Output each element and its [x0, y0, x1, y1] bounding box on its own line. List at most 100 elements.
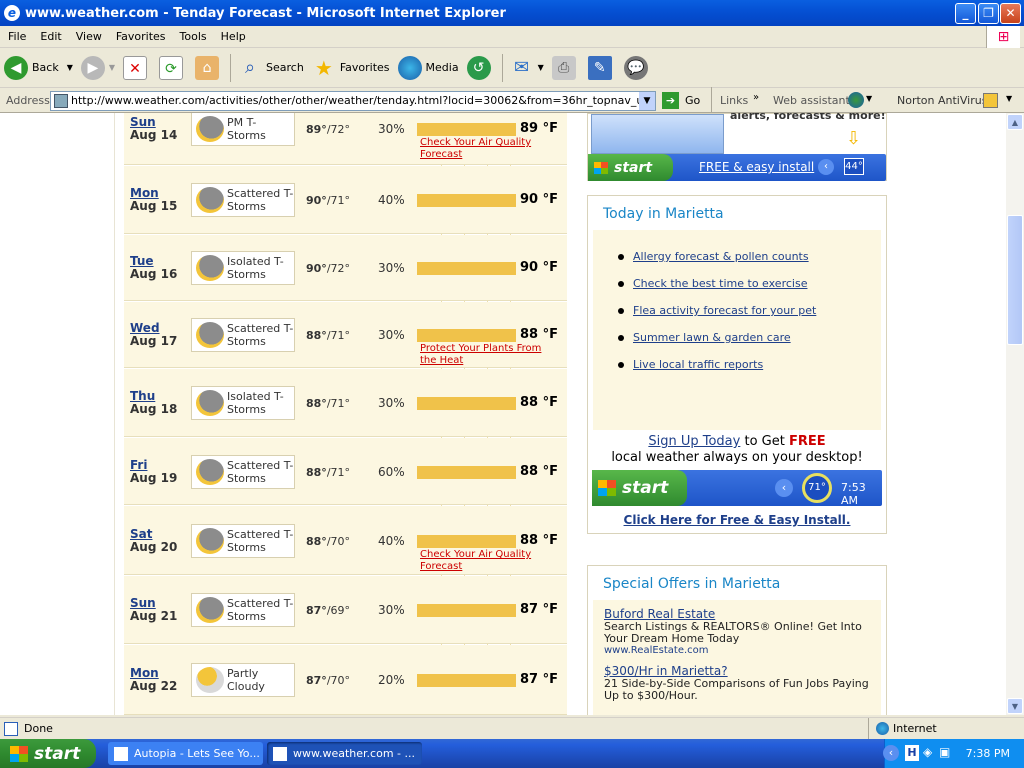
allergy-link[interactable]: Allergy forecast & pollen counts [633, 250, 809, 263]
edit-button[interactable]: ✎ [584, 51, 620, 85]
exercise-link[interactable]: Check the best time to exercise [633, 277, 807, 290]
hi-lo: 88°/71° [306, 466, 350, 479]
today-links: Allergy forecast & pollen counts Check t… [593, 230, 881, 425]
media-button[interactable]: Media [394, 51, 463, 85]
offer-title-link[interactable]: $300/Hr in Marietta? [604, 664, 728, 678]
day-link[interactable]: Thu [130, 389, 155, 403]
scroll-down-icon[interactable]: ▼ [1007, 698, 1023, 714]
temp-bar [417, 123, 516, 136]
forward-dropdown-icon[interactable]: ▼ [109, 63, 115, 72]
flea-link[interactable]: Flea activity forecast for your pet [633, 304, 816, 317]
high-temp: 89° [306, 123, 327, 136]
scroll-up-icon[interactable]: ▲ [1007, 114, 1023, 130]
desktop-ad-bar[interactable]: start ‹ 71° 7:53 AM [592, 470, 882, 507]
high-temp: 90° [306, 262, 327, 275]
history-button[interactable]: ↺ [463, 51, 499, 85]
web-assistant[interactable]: Web assistant [773, 94, 850, 107]
menu-file[interactable]: File [2, 30, 32, 43]
norton-dropdown-icon[interactable]: ▼ [1006, 94, 1012, 103]
tray-diamond-icon[interactable]: ◈ [923, 745, 932, 759]
desktop-ad-top[interactable]: alerts, forecasts & more! ⇩ start FREE &… [587, 113, 887, 181]
internet-zone-icon [876, 722, 889, 735]
web-assistant-globe-icon[interactable] [848, 92, 864, 108]
title-bar[interactable]: e www.weather.com - Tenday Forecast - Mi… [0, 0, 1024, 26]
address-input[interactable]: http://www.weather.com/activities/other/… [50, 91, 656, 111]
install-link-wrap: Click Here for Free & Easy Install. [588, 513, 886, 527]
favorites-button[interactable]: ★ Favorites [308, 51, 394, 85]
forecast-row: Sun Aug 21 Scattered T-Storms 87°/69° 30% 87 … [124, 576, 567, 644]
refresh-button[interactable]: ⟳ [155, 51, 191, 85]
search-button[interactable]: ⌕ Search [234, 51, 308, 85]
forecast-tip-link[interactable]: Check Your Air Quality Forecast [420, 137, 560, 161]
vertical-scrollbar[interactable]: ▲ ▼ [1006, 113, 1024, 715]
tray-chevron-icon[interactable]: ‹ [883, 745, 899, 761]
ad-chevron-icon: ‹ [818, 159, 834, 175]
offer-desc: Search Listings & REALTORS® Online! Get … [604, 620, 862, 645]
back-dropdown-icon[interactable]: ▼ [67, 63, 73, 72]
address-dropdown-icon[interactable]: ▼ [639, 92, 655, 110]
condition-text: Scattered T-Storms [227, 322, 294, 348]
forward-button[interactable]: ▶ ▼ [77, 51, 119, 85]
start-button[interactable]: start [0, 739, 96, 768]
day-link[interactable]: Mon [130, 666, 159, 680]
mail-dropdown-icon[interactable]: ▼ [538, 63, 544, 72]
stop-button[interactable]: ✕ [119, 51, 155, 85]
minimize-button[interactable]: _ [955, 3, 976, 24]
signup-link[interactable]: Sign Up Today [648, 434, 740, 449]
offer-item: Buford Real Estate Search Listings & REA… [604, 607, 881, 656]
taskbar-item-weather[interactable]: www.weather.com - ... [267, 742, 422, 765]
links-label[interactable]: Links [720, 94, 748, 107]
menu-view[interactable]: View [70, 30, 108, 43]
forecast-row: Mon Aug 22 Partly Cloudy 87°/70° 20% 87 °F [124, 645, 567, 715]
page-done-icon [4, 721, 18, 736]
day-link[interactable]: Mon [130, 186, 159, 200]
temp-bar [417, 604, 516, 617]
restore-button[interactable]: ❐ [978, 3, 999, 24]
forecast-row: Sun Aug 14 PM T-Storms 89°/72° 30% 89 °F Check… [124, 113, 567, 165]
forecast-day: Mon Aug 22 [130, 667, 177, 693]
print-button[interactable]: ⎙ [548, 51, 584, 85]
day-link[interactable]: Sun [130, 115, 156, 129]
norton-label[interactable]: Norton AntiVirus [897, 94, 987, 107]
high-temp: 87° [306, 674, 327, 687]
ad-install-link[interactable]: FREE & easy install [699, 160, 814, 174]
day-link[interactable]: Fri [130, 458, 147, 472]
close-button[interactable]: ✕ [1000, 3, 1021, 24]
web-assistant-dropdown-icon[interactable]: ▼ [866, 94, 872, 103]
day-link[interactable]: Tue [130, 254, 154, 268]
forecast-tip-link[interactable]: Protect Your Plants From the Heat [420, 343, 560, 367]
install-link[interactable]: Click Here for Free & Easy Install. [624, 513, 851, 527]
menu-tools[interactable]: Tools [174, 30, 213, 43]
tray-h-icon[interactable]: H [905, 745, 919, 761]
history-icon: ↺ [466, 55, 491, 80]
precip-chance: 30% [378, 603, 405, 617]
traffic-link[interactable]: Live local traffic reports [633, 358, 763, 371]
menu-edit[interactable]: Edit [34, 30, 67, 43]
precip-chance: 60% [378, 465, 405, 479]
tray-network-icon[interactable]: ▣ [939, 745, 950, 759]
day-link[interactable]: Wed [130, 321, 160, 335]
bar-temp: 87 °F [520, 672, 558, 687]
mail-button[interactable]: ✉ ▼ [506, 51, 548, 85]
lawn-link[interactable]: Summer lawn & garden care [633, 331, 791, 344]
day-link[interactable]: Sun [130, 596, 156, 610]
forecast-row: Wed Aug 17 Scattered T-Storms 88°/71° 30% 88 … [124, 302, 567, 368]
offer-title-link[interactable]: Buford Real Estate [604, 607, 715, 621]
condition-box: Scattered T-Storms [191, 524, 295, 558]
menu-favorites[interactable]: Favorites [110, 30, 172, 43]
discuss-button[interactable]: 💬 [620, 51, 656, 85]
today-title: Today in Marietta [603, 206, 724, 222]
go-button[interactable]: ➔ Go [662, 92, 700, 109]
home-button[interactable]: ⌂ [191, 51, 227, 85]
taskbar-item-autopia[interactable]: Autopia - Lets See Yo... [108, 742, 263, 765]
links-chevron-icon[interactable]: » [753, 92, 759, 103]
precip-chance: 30% [378, 396, 405, 410]
offer-url[interactable]: www.RealEstate.com [604, 645, 881, 656]
forecast-tip-link[interactable]: Check Your Air Quality Forecast [420, 549, 560, 573]
scroll-thumb[interactable] [1007, 215, 1023, 345]
forecast-row: Mon Aug 15 Scattered T-Storms 90°/71° 40% 90 … [124, 166, 567, 234]
back-button[interactable]: ◀ Back ▼ [0, 51, 77, 85]
menu-help[interactable]: Help [215, 30, 252, 43]
norton-icon[interactable] [983, 93, 998, 108]
day-link[interactable]: Sat [130, 527, 152, 541]
